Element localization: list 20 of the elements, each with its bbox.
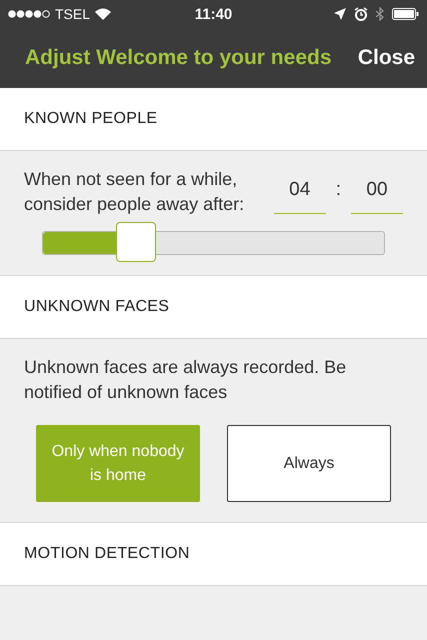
- minutes-field[interactable]: 00: [351, 179, 403, 214]
- alarm-clock-icon: [354, 7, 368, 21]
- slider-thumb[interactable]: [116, 222, 156, 262]
- wifi-icon: [95, 8, 112, 20]
- hours-field[interactable]: 04: [274, 179, 326, 214]
- battery-icon: [392, 8, 420, 20]
- time-separator: :: [336, 179, 341, 201]
- option-button[interactable]: Always: [227, 425, 391, 502]
- section-title: KNOWN PEOPLE: [24, 110, 158, 128]
- section-title: MOTION DETECTION: [24, 545, 190, 563]
- signal-icon: [8, 10, 50, 18]
- clock-time: 11:40: [194, 6, 232, 22]
- location-arrow-icon: [334, 8, 346, 20]
- description-text: When not seen for a while, consider people away after:: [24, 168, 246, 216]
- section-title: UNKNOWN FACES: [24, 298, 170, 316]
- screen-title: Adjust Welcome to your needs: [25, 46, 332, 70]
- description-text: Unknown faces are always recorded. Be notified of unknown faces: [24, 356, 348, 404]
- carrier-name: TSEL: [55, 6, 90, 22]
- bluetooth-icon: [376, 7, 384, 21]
- close-button[interactable]: Close: [358, 46, 415, 70]
